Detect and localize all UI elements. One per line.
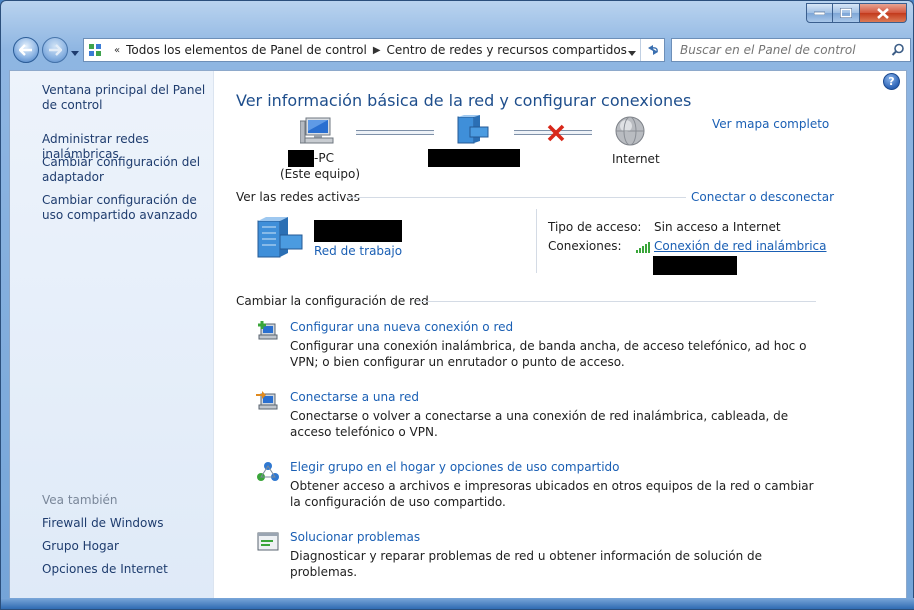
minimize-icon (814, 11, 825, 15)
sidebar-item-homegroup[interactable]: Grupo Hogar (42, 539, 210, 554)
refresh-icon (647, 45, 658, 55)
setup-connection-link[interactable]: Configurar una nueva conexión o red (290, 320, 513, 334)
troubleshoot-icon (257, 532, 279, 551)
setup-connection-desc: Configurar una conexión inalámbrica, de … (290, 339, 807, 369)
search-icon[interactable] (891, 43, 905, 57)
pc-subtitle: (Este equipo) (280, 167, 360, 181)
connect-to-network-desc: Conectarse o volver a conectarse a una c… (290, 409, 789, 439)
control-panel-icon (89, 44, 101, 56)
full-map-link[interactable]: Ver mapa completo (712, 117, 829, 131)
wifi-signal-icon (636, 242, 650, 253)
breadcrumb-all-items[interactable]: Todos los elementos de Panel de control (126, 43, 367, 57)
forward-arrow-icon (49, 44, 62, 56)
active-networks-title: Ver las redes activas (236, 190, 360, 204)
troubleshoot-desc: Diagnosticar y reparar problemas de red … (290, 549, 763, 579)
homegroup-desc: Obtener acceso a archivos e impresoras u… (290, 479, 814, 509)
troubleshoot-link[interactable]: Solucionar problemas (290, 530, 420, 544)
content-area: Ventana principal del Panel de control A… (9, 70, 907, 600)
close-button[interactable] (860, 3, 907, 23)
sidebar-item-control-panel-home[interactable]: Ventana principal del Panel de control (42, 83, 210, 113)
redacted-pc-name (288, 150, 314, 167)
sidebar-item-adapter-settings[interactable]: Cambiar configuración del adaptador (42, 155, 210, 185)
vertical-divider (536, 209, 537, 273)
address-bar[interactable]: « Todos los elementos de Panel de contro… (83, 38, 665, 62)
see-also-title: Vea también (42, 493, 118, 507)
homegroup-icon (257, 462, 279, 481)
back-button[interactable] (13, 37, 39, 63)
breadcrumb-overflow-icon[interactable]: « (114, 45, 120, 56)
close-icon (877, 7, 889, 19)
no-connection-x-icon[interactable] (546, 124, 566, 142)
recent-pages-dropdown[interactable] (71, 45, 79, 59)
breadcrumb-network-center[interactable]: Centro de redes y recursos compartidos (387, 43, 627, 57)
connect-disconnect-link[interactable]: Conectar o desconectar (691, 190, 834, 204)
chevron-down-icon (71, 51, 79, 56)
globe-icon[interactable] (614, 115, 646, 147)
change-settings-title: Cambiar la configuración de red (236, 294, 429, 308)
sidebar-item-firewall[interactable]: Firewall de Windows (42, 516, 210, 531)
page-title: Ver información básica de la red y confi… (236, 91, 692, 110)
back-arrow-icon (19, 44, 32, 56)
chevron-down-icon (628, 51, 636, 56)
redacted-ssid (653, 256, 737, 275)
connect-to-network-link[interactable]: Conectarse a una red (290, 390, 419, 404)
connect-network-icon (256, 391, 278, 410)
breadcrumb-separator-icon[interactable]: ▶ (373, 45, 381, 56)
main-panel: Ver información básica de la red y confi… (236, 71, 906, 599)
search-input[interactable] (680, 43, 885, 57)
computer-icon[interactable] (300, 115, 334, 147)
redacted-active-network-name (314, 220, 402, 242)
window-frame: « Todos los elementos de Panel de contro… (0, 0, 914, 610)
network-type-link[interactable]: Red de trabajo (314, 244, 402, 258)
search-box[interactable] (671, 38, 911, 62)
minimize-button[interactable] (806, 3, 833, 23)
work-network-icon (257, 217, 303, 258)
refresh-button[interactable] (640, 39, 664, 61)
homegroup-link[interactable]: Elegir grupo en el hogar y opciones de u… (290, 460, 620, 474)
maximize-button[interactable] (833, 3, 860, 23)
navigation-bar: « Todos los elementos de Panel de contro… (13, 35, 911, 65)
caption-buttons (806, 3, 907, 23)
new-connection-icon (258, 321, 278, 340)
pc-name-suffix: -PC (314, 151, 334, 165)
address-dropdown[interactable] (628, 45, 636, 59)
internet-label: Internet (612, 152, 660, 166)
connection-line-pc-network (356, 130, 434, 135)
sidebar-item-internet-options[interactable]: Opciones de Internet (42, 562, 210, 577)
section-divider (346, 197, 686, 198)
window-bottom-border (1, 598, 914, 609)
network-icon[interactable] (456, 115, 490, 147)
wireless-connection-link[interactable]: Conexión de red inalámbrica (654, 237, 827, 256)
section-divider (416, 301, 816, 302)
sidebar: Ventana principal del Panel de control A… (10, 71, 214, 599)
sidebar-item-sharing-settings[interactable]: Cambiar configuración de uso compartido … (42, 193, 210, 223)
forward-button[interactable] (42, 37, 68, 63)
access-type-value: Sin acceso a Internet (654, 220, 781, 234)
redacted-network-name (428, 149, 520, 167)
maximize-icon (840, 8, 852, 18)
access-type-label: Tipo de acceso: (548, 220, 642, 234)
